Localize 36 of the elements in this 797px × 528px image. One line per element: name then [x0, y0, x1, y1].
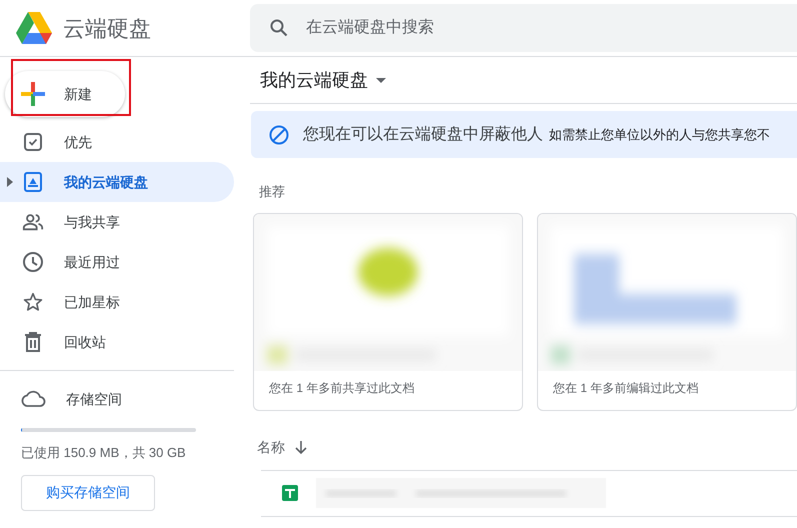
new-button[interactable]: 新建: [5, 71, 125, 117]
column-header[interactable]: 名称: [257, 437, 285, 458]
star-icon: [22, 291, 44, 313]
search-icon: [270, 19, 288, 37]
app-title: 云端硬盘: [63, 14, 151, 42]
trash-icon: [24, 332, 42, 352]
file-card[interactable]: 您在 1 年多前共享过此文档: [253, 212, 523, 410]
banner-text: 如需禁止您单位以外的人与您共享您不: [549, 126, 770, 144]
sidebar-item[interactable]: 已加星标: [0, 282, 234, 322]
card-caption: 您在 1 年多前共享过此文档: [268, 380, 416, 396]
drive-folder-icon: [23, 172, 43, 192]
clock-icon: [22, 251, 44, 273]
storage-usage: 已使用 150.9 MB，共 30 GB: [21, 444, 187, 462]
folder-title[interactable]: 我的云端硬盘: [260, 66, 368, 94]
sidebar-item[interactable]: 与我共享: [0, 202, 234, 242]
drive-logo-icon: [15, 11, 53, 45]
checkbox-icon: [23, 132, 43, 152]
sidebar-item[interactable]: 最近用过: [0, 242, 234, 282]
sidebar-item[interactable]: 优先: [0, 122, 234, 162]
expand-arrow-icon[interactable]: [7, 177, 13, 187]
sidebar-item[interactable]: 我的云端硬盘: [0, 162, 234, 202]
storage-label[interactable]: 存储空间: [66, 388, 122, 410]
file-card[interactable]: 您在 1 年多前编辑过此文档: [537, 212, 797, 410]
card-caption: 您在 1 年多前编辑过此文档: [552, 380, 700, 396]
section-heading: 推荐: [259, 183, 286, 201]
sort-arrow-icon[interactable]: [295, 440, 307, 454]
plus-icon: [20, 81, 46, 107]
dropdown-caret-icon[interactable]: [376, 78, 386, 82]
cloud-icon: [20, 390, 46, 408]
spreadsheet-icon: [282, 485, 298, 501]
sidebar-item[interactable]: 回收站: [0, 322, 234, 362]
buy-storage-button[interactable]: 购买存储空间: [21, 474, 155, 510]
search-field[interactable]: 在云端硬盘中搜索: [250, 4, 797, 52]
banner-title: 您现在可以在云端硬盘中屏蔽他人: [303, 124, 543, 144]
block-icon: [269, 124, 289, 144]
people-icon: [22, 212, 44, 232]
